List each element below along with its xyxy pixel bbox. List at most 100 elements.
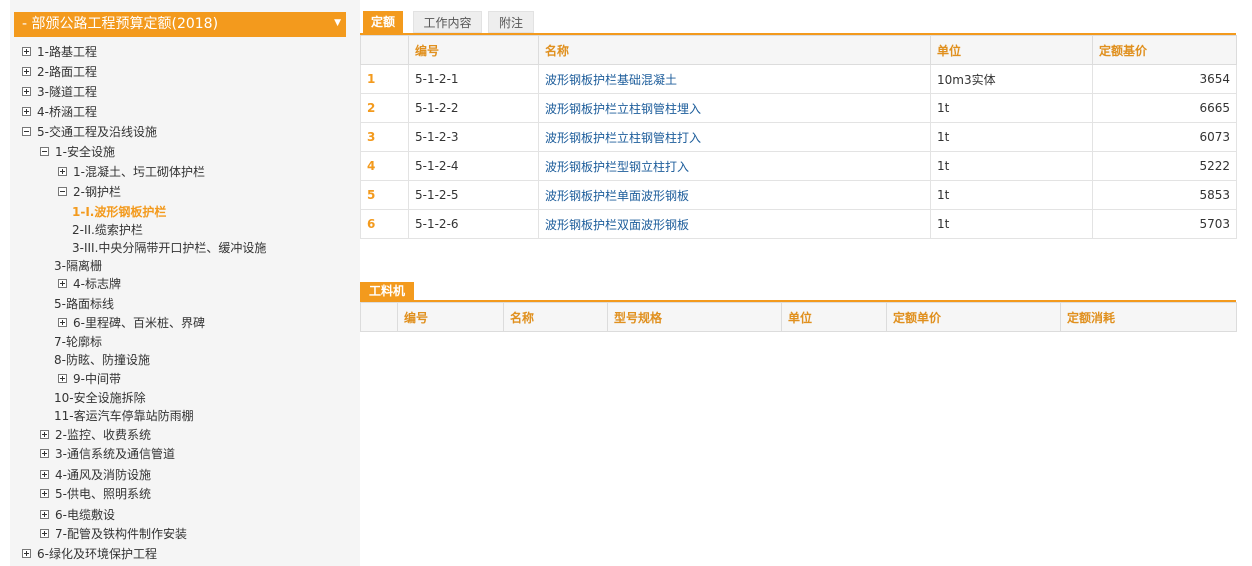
tree-item[interactable]: 7-轮廓标 <box>54 333 102 351</box>
tree-item-label: 8-防眩、防撞设施 <box>54 353 150 367</box>
expand-plus-icon[interactable] <box>40 529 49 538</box>
col-base-price-header: 定额基价 <box>1092 35 1237 65</box>
expand-plus-icon[interactable] <box>58 318 67 327</box>
tree-item[interactable]: 2-路面工程 <box>22 63 97 81</box>
row-name[interactable]: 波形钢板护栏基础混凝土 <box>538 64 931 94</box>
tree-item-label: 5-交通工程及沿线设施 <box>37 125 157 139</box>
expand-plus-icon[interactable] <box>22 549 31 558</box>
collapse-minus-icon[interactable] <box>58 187 67 196</box>
tree-item[interactable]: 1-路基工程 <box>22 43 97 61</box>
tree-item[interactable]: 5-路面标线 <box>54 295 114 313</box>
mat-col-consumption-header: 定额消耗 <box>1060 302 1237 332</box>
expand-plus-icon[interactable] <box>40 449 49 458</box>
row-index: 3 <box>360 122 409 152</box>
row-unit: 10m3实体 <box>930 64 1093 94</box>
expand-plus-icon[interactable] <box>40 430 49 439</box>
tree-item[interactable]: 9-中间带 <box>58 370 121 388</box>
row-code: 5-1-2-6 <box>408 209 539 239</box>
tab-quota[interactable]: 定额 <box>363 11 403 33</box>
expand-plus-icon[interactable] <box>22 87 31 96</box>
tree-item[interactable]: 6-绿化及环境保护工程 <box>22 545 157 563</box>
expand-plus-icon[interactable] <box>22 47 31 56</box>
col-code-header: 编号 <box>408 35 539 65</box>
materials-table: 编号 名称 型号规格 单位 定额单价 定额消耗 <box>360 302 1237 332</box>
table-row[interactable]: 4 5-1-2-4 波形钢板护栏型钢立柱打入 1t 5222 <box>360 151 1237 181</box>
table-row[interactable]: 6 5-1-2-6 波形钢板护栏双面波形钢板 1t 5703 <box>360 209 1237 239</box>
tree-item[interactable]: 1-安全设施 <box>40 143 115 161</box>
row-index: 5 <box>360 180 409 210</box>
row-index: 1 <box>360 64 409 94</box>
tree-item[interactable]: 10-安全设施拆除 <box>54 389 146 407</box>
row-name[interactable]: 波形钢板护栏单面波形钢板 <box>538 180 931 210</box>
tree-item[interactable]: 5-供电、照明系统 <box>40 485 151 503</box>
tree-item-label: 5-路面标线 <box>54 297 114 311</box>
row-index: 4 <box>360 151 409 181</box>
expand-plus-icon[interactable] <box>58 167 67 176</box>
tree-item[interactable]: 2-II.缆索护栏 <box>72 221 143 239</box>
row-name[interactable]: 波形钢板护栏立柱钢管柱打入 <box>538 122 931 152</box>
tree-item[interactable]: 7-配管及铁构件制作安装 <box>40 525 187 543</box>
col-unit-header: 单位 <box>930 35 1093 65</box>
tree-item-label: 1-路基工程 <box>37 45 97 59</box>
tab-work-content[interactable]: 工作内容 <box>413 11 482 33</box>
tree-item-label: 4-通风及消防设施 <box>55 468 151 482</box>
tree-item-label: 2-钢护栏 <box>73 185 121 199</box>
tree-item[interactable]: 2-钢护栏 <box>58 183 121 201</box>
tree-item[interactable]: 8-防眩、防撞设施 <box>54 351 150 369</box>
tree-item[interactable]: 3-通信系统及通信管道 <box>40 445 175 463</box>
tree-item-selected[interactable]: 1-I.波形钢板护栏 <box>72 203 166 221</box>
caret-down-icon[interactable]: ▼ <box>334 12 341 34</box>
row-base-price: 5853 <box>1092 180 1237 210</box>
tree-item[interactable]: 4-桥涵工程 <box>22 103 97 121</box>
expand-plus-icon[interactable] <box>22 107 31 116</box>
tree-item[interactable]: 4-标志牌 <box>58 275 121 293</box>
row-code: 5-1-2-5 <box>408 180 539 210</box>
table-row[interactable]: 3 5-1-2-3 波形钢板护栏立柱钢管柱打入 1t 6073 <box>360 122 1237 152</box>
expand-plus-icon[interactable] <box>58 374 67 383</box>
expand-plus-icon[interactable] <box>40 489 49 498</box>
row-name[interactable]: 波形钢板护栏立柱钢管柱埋入 <box>538 93 931 123</box>
materials-tab[interactable]: 工料机 <box>360 282 414 301</box>
tree-item[interactable]: 3-隧道工程 <box>22 83 97 101</box>
tree-item[interactable]: 6-电缆敷设 <box>40 506 115 524</box>
materials-header-row: 编号 名称 型号规格 单位 定额单价 定额消耗 <box>360 302 1237 332</box>
tree-item[interactable]: 4-通风及消防设施 <box>40 466 151 484</box>
row-unit: 1t <box>930 151 1093 181</box>
row-name[interactable]: 波形钢板护栏双面波形钢板 <box>538 209 931 239</box>
tree-item-label: 6-绿化及环境保护工程 <box>37 547 157 561</box>
tree-item-label: 11-客运汽车停靠站防雨棚 <box>54 409 194 423</box>
tab-notes[interactable]: 附注 <box>488 11 534 33</box>
tree-root-title: - 部颁公路工程预算定额(2018) <box>22 16 219 32</box>
tree-item[interactable]: 3-隔离栅 <box>54 257 102 275</box>
tree-item-label: 1-安全设施 <box>55 145 115 159</box>
quota-table: 编号 名称 单位 定额基价 1 5-1-2-1 波形钢板护栏基础混凝土 10m3实体 3… <box>360 35 1237 239</box>
collapse-minus-icon[interactable] <box>40 147 49 156</box>
tree-item-label: 9-中间带 <box>73 372 121 386</box>
collapse-minus-icon[interactable] <box>22 127 31 136</box>
row-name[interactable]: 波形钢板护栏型钢立柱打入 <box>538 151 931 181</box>
mat-col-index-header <box>360 302 398 332</box>
tree-item-label: 7-配管及铁构件制作安装 <box>55 527 187 541</box>
tree-item-label: 2-II.缆索护栏 <box>72 223 143 237</box>
expand-plus-icon[interactable] <box>40 510 49 519</box>
tree-item[interactable]: 11-客运汽车停靠站防雨棚 <box>54 407 194 425</box>
expand-plus-icon[interactable] <box>40 470 49 479</box>
table-row[interactable]: 2 5-1-2-2 波形钢板护栏立柱钢管柱埋入 1t 6665 <box>360 93 1237 123</box>
mat-col-spec-header: 型号规格 <box>607 302 782 332</box>
row-base-price: 3654 <box>1092 64 1237 94</box>
tree-item[interactable]: 3-III.中央分隔带开口护栏、缓冲设施 <box>72 239 266 257</box>
mat-col-unit-header: 单位 <box>781 302 887 332</box>
table-row[interactable]: 1 5-1-2-1 波形钢板护栏基础混凝土 10m3实体 3654 <box>360 64 1237 94</box>
row-index: 2 <box>360 93 409 123</box>
tree-root-selector[interactable]: - 部颁公路工程预算定额(2018) ▼ <box>14 12 346 37</box>
expand-plus-icon[interactable] <box>58 279 67 288</box>
tree-item[interactable]: 2-监控、收费系统 <box>40 426 151 444</box>
row-index: 6 <box>360 209 409 239</box>
tree-item[interactable]: 6-里程碑、百米桩、界碑 <box>58 314 205 332</box>
tree-item[interactable]: 5-交通工程及沿线设施 <box>22 123 157 141</box>
table-row[interactable]: 5 5-1-2-5 波形钢板护栏单面波形钢板 1t 5853 <box>360 180 1237 210</box>
tree-item[interactable]: 1-混凝土、圬工砌体护栏 <box>58 163 205 181</box>
tree-item-label: 6-电缆敷设 <box>55 508 115 522</box>
mat-col-unit-price-header: 定额单价 <box>886 302 1061 332</box>
expand-plus-icon[interactable] <box>22 67 31 76</box>
